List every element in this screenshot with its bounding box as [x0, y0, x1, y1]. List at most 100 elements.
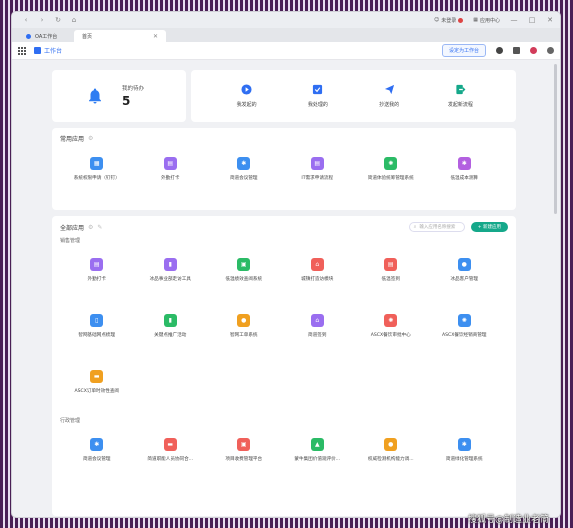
chat-icon: ● — [457, 258, 471, 271]
category-app-list: ▤ 外勤打卡 ▮ 冰品事业部走访工具 ▣ 低温绩效查阅系统 ⌂ 城镇打造访模块 ▤ 低温签到 ● 冰品… — [60, 244, 508, 412]
app-tile[interactable]: ● 智网工单系统 — [207, 300, 281, 356]
todo-count: 5 — [122, 94, 131, 108]
quick-initiated[interactable]: 我发起的 — [217, 84, 277, 108]
grad-cap-icon: ▲ — [310, 438, 324, 451]
maximize-button[interactable]: □ — [528, 16, 536, 24]
app-tile[interactable]: ✱ 低温成本测算 — [428, 157, 502, 181]
home-icon[interactable]: ⌂ — [70, 16, 78, 24]
app-tile[interactable]: ▤ 外勤打卡 — [60, 244, 134, 300]
app-tile[interactable]: ✱ 简道会议管理 — [207, 157, 281, 181]
app-label: 低温绩效查阅系统 — [225, 277, 263, 282]
app-tile[interactable]: ▣ 项目收费管理平台 — [207, 424, 281, 480]
tab-home[interactable]: 首页 ✕ — [74, 30, 166, 42]
common-apps-list: ▦ 系统权限申请（钉钉） ▤ 外勤打卡 ✱ 简道会议管理 ▤ IT需求申请流程 ✺ 简道体验统筹管… — [60, 157, 508, 181]
app-label: IT需求申请流程 — [301, 176, 334, 181]
clipboard-icon: ▤ — [90, 258, 104, 271]
browser-window: ‹ › ↻ ⌂ ☺ 未登录 ▦ 应用中心 — □ ✕ OA工作台 首页 ✕ 工作… — [12, 12, 560, 517]
app-tile[interactable]: ⌂ 城镇打造访模块 — [281, 244, 355, 300]
app-label: 城镇打造访模块 — [301, 277, 334, 282]
app-tile[interactable]: ✺ 简道体验统筹管理系统 — [354, 157, 428, 181]
puzzle-icon: ✱ — [457, 438, 471, 451]
gear-icon: ✺ — [384, 314, 398, 327]
forward-icon[interactable]: › — [38, 16, 46, 24]
common-apps-section: 常用应用 ⚙ ▦ 系统权限申请（钉钉） ▤ 外勤打卡 ✱ 简道会议管理 ▤ IT需求申请流程 ✺… — [52, 128, 516, 210]
back-icon[interactable]: ‹ — [22, 16, 30, 24]
red-app-icon[interactable] — [530, 47, 537, 54]
scrollbar[interactable] — [554, 64, 557, 214]
app-label: 简道签到 — [308, 333, 327, 338]
clipboard-icon: ▤ — [163, 157, 177, 170]
app-center-label: 应用中心 — [479, 17, 500, 24]
grid-icon: ▦ — [90, 157, 104, 170]
app-tile[interactable]: ▤ IT需求申请流程 — [281, 157, 355, 181]
login-status[interactable]: ☺ 未登录 — [434, 17, 464, 24]
app-label: 外勤打卡 — [87, 277, 106, 282]
user-icon: ☺ — [434, 17, 440, 23]
title-bar: ‹ › ↻ ⌂ ☺ 未登录 ▦ 应用中心 — □ ✕ — [12, 12, 560, 28]
document-icon: ▯ — [90, 314, 104, 327]
app-tile[interactable]: ▤ 外勤打卡 — [134, 157, 208, 181]
set-default-workbench-button[interactable]: 设定为工作台 — [441, 44, 486, 57]
app-search-input[interactable]: ⌕ 输入应用名称搜索 — [408, 222, 465, 232]
layout-icon[interactable] — [513, 47, 520, 54]
user-avatar-icon[interactable] — [547, 47, 554, 54]
puzzle-icon: ✱ — [90, 438, 104, 451]
app-tile[interactable]: ✱ 简道会议管理 — [60, 424, 134, 480]
minimize-button[interactable]: — — [510, 16, 518, 24]
tab-oa[interactable]: OA工作台 — [18, 30, 72, 42]
chat-icon: ● — [237, 314, 251, 327]
close-window-button[interactable]: ✕ — [546, 16, 554, 24]
quick-actions-card: 我发起的 我处理的 抄送我的 发起新流程 — [191, 70, 516, 122]
app-label: 冰品事业部走访工具 — [149, 277, 191, 282]
watermark-text: 搜狐号@制造业老简 — [467, 515, 549, 525]
app-label: 智网基础网点梳理 — [78, 333, 116, 338]
app-tile[interactable]: ▦ 系统权限申请（钉钉） — [60, 157, 134, 181]
app-tile[interactable]: ▮ 关键点推广活动 — [134, 300, 208, 356]
paper-plane-icon — [384, 84, 395, 95]
app-tile[interactable]: ▯ 智网基础网点梳理 — [60, 300, 134, 356]
gift-icon: ▣ — [237, 258, 251, 271]
app-tile[interactable]: ▲ 蒙牛集团价值观评价... — [281, 424, 355, 480]
app-center-link[interactable]: ▦ 应用中心 — [473, 17, 500, 24]
tab-close-icon[interactable]: ✕ — [153, 33, 158, 40]
quick-cc[interactable]: 抄送我的 — [359, 84, 419, 108]
gear-icon: ✺ — [457, 314, 471, 327]
browser-nav: ‹ › ↻ ⌂ — [22, 16, 78, 24]
category-heading: 销售管理 — [60, 238, 81, 244]
settings-gear-icon[interactable]: ⚙ — [88, 135, 93, 142]
app-tile[interactable]: ▣ 低温绩效查阅系统 — [207, 244, 281, 300]
app-tile[interactable]: ▤ 低温签到 — [354, 244, 428, 300]
todo-card[interactable]: 我的待办 5 — [52, 70, 186, 122]
app-tile[interactable]: ✱ 简道绿化管理系统 — [428, 424, 502, 480]
app-grid-icon[interactable] — [18, 46, 26, 55]
compass-icon[interactable] — [496, 47, 503, 54]
chat-icon: ● — [384, 438, 398, 451]
category-heading: 行政管理 — [60, 418, 81, 424]
app-label: ASCX餐饮审批中心 — [370, 333, 411, 338]
store-icon: ⌂ — [310, 314, 324, 327]
app-label: 项目收费管理平台 — [225, 457, 263, 462]
app-tile[interactable]: ✺ ASCX餐饮审批中心 — [354, 300, 428, 356]
all-apps-title: 全部应用 — [60, 224, 85, 232]
quick-handled[interactable]: 我处理的 — [288, 84, 348, 108]
search-icon: ⌕ — [413, 225, 417, 230]
quick-new-flow[interactable]: 发起新流程 — [430, 84, 490, 108]
login-status-label: 未登录 — [441, 17, 457, 24]
app-tile[interactable]: ● 权威检测机构能力调... — [354, 424, 428, 480]
play-icon — [241, 84, 252, 95]
app-tile[interactable]: ⌂ 简道签到 — [281, 300, 355, 356]
app-label: 低温签到 — [381, 277, 400, 282]
exit-arrow-icon — [455, 84, 466, 95]
app-label: 简道绿化管理系统 — [445, 457, 483, 462]
bar-chart-icon: ▮ — [163, 314, 177, 327]
app-tile[interactable]: ▮ 冰品事业部走访工具 — [134, 244, 208, 300]
workbench-brand[interactable]: 工作台 — [34, 46, 62, 55]
app-tile[interactable]: ✺ ASCX餐饮经销商管理 — [428, 300, 502, 356]
app-tile[interactable]: ▬ 简道职能人员协同合... — [134, 424, 208, 480]
edit-icon[interactable]: ✎ — [97, 224, 102, 231]
app-tile[interactable]: ▬ ASCX订单时效性查阅 — [60, 356, 134, 412]
new-app-button[interactable]: + 新建应用 — [470, 222, 508, 232]
settings-gear-icon[interactable]: ⚙ — [88, 224, 93, 231]
app-tile[interactable]: ● 冰品客户管理 — [428, 244, 502, 300]
refresh-icon[interactable]: ↻ — [54, 16, 62, 24]
